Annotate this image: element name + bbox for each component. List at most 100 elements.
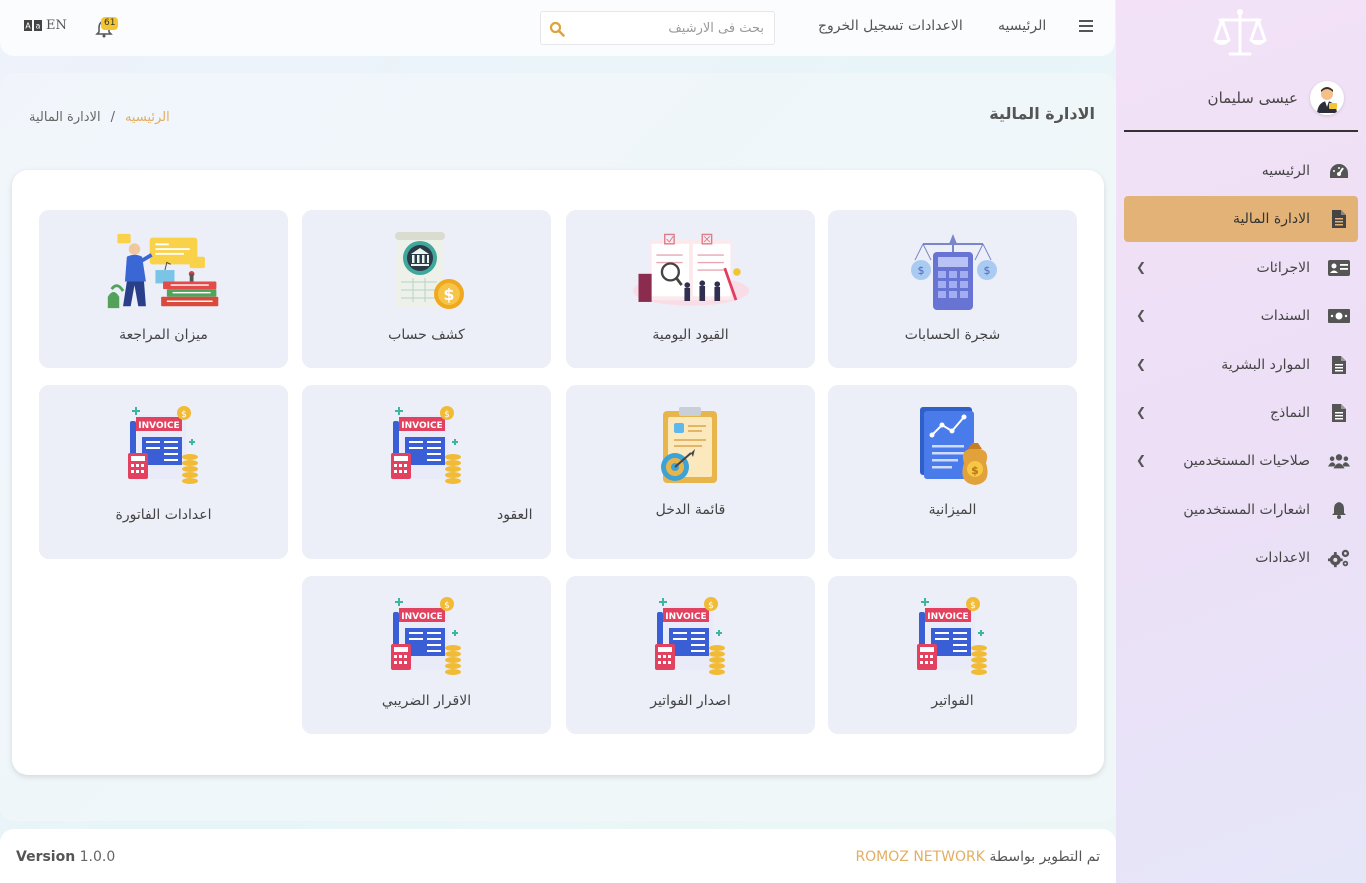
breadcrumb-home[interactable]: الرئيسيه [125, 110, 170, 125]
chevron-right-icon: ❯ [1136, 453, 1147, 468]
nav-logout[interactable]: تسجيل الخروج [818, 18, 903, 34]
menu-toggle-icon[interactable] [1079, 20, 1093, 32]
avatar [1310, 81, 1344, 115]
svg-text:a: a [36, 22, 41, 31]
sidebar-item-label: السندات [1260, 308, 1310, 325]
svg-text:INVOICE: INVOICE [665, 612, 706, 622]
income-clipboard-icon [631, 405, 751, 487]
svg-text:$: $ [444, 410, 450, 420]
version-number: 1.0.0 [79, 849, 116, 865]
search-input[interactable] [574, 18, 764, 38]
svg-text:$: $ [181, 410, 187, 420]
user-name: عيسى سليمان [1207, 89, 1298, 107]
file-icon [1328, 208, 1350, 230]
svg-text:$: $ [971, 464, 979, 477]
tile-chart-of-accounts[interactable]: $ $ شجرة الحسابات [828, 210, 1077, 368]
footer: Version 1.0.0 تم التطوير بواسطة ROMOZ NE… [0, 829, 1116, 883]
tile-invoice-settings[interactable]: INVOICE $ اعدادات الفاتورة [39, 385, 288, 559]
tile-tax-declaration[interactable]: INVOICE $ الاقرار الضريبي [302, 576, 551, 734]
svg-text:INVOICE: INVOICE [401, 421, 442, 431]
tile-daily-journal[interactable]: القيود اليومية [566, 210, 815, 368]
sidebar-item-procedures[interactable]: الاجرائات ❯ [1124, 245, 1358, 291]
translate-icon: Aa [24, 20, 42, 31]
language-label: EN [46, 18, 67, 33]
notification-badge: 61 [101, 17, 119, 30]
tile-label: اصدار الفواتير [650, 693, 731, 709]
top-bar: Aa EN 61 تسجيل الخروج الاعدادات الرئيسيه [0, 0, 1115, 56]
sidebar: عيسى سليمان الرئيسيه الادارة المالية الا… [1116, 0, 1366, 883]
developer-credit: تم التطوير بواسطة ROMOZ NETWORK [855, 849, 1100, 865]
tile-label: اعدادات الفاتورة [115, 507, 212, 523]
sidebar-item-label: الادارة المالية [1232, 211, 1310, 228]
sidebar-item-user-notifications[interactable]: اشعارات المستخدمين [1124, 487, 1358, 533]
sidebar-item-label: الموارد البشرية [1221, 356, 1310, 373]
svg-text:$: $ [970, 601, 976, 611]
sidebar-item-label: النماذج [1269, 404, 1310, 421]
tile-label: شجرة الحسابات [904, 327, 1001, 343]
breadcrumb: الرئيسيه / الادارة المالية [29, 110, 170, 125]
gears-icon [1328, 547, 1350, 569]
users-icon [1328, 450, 1350, 472]
svg-text:$: $ [708, 601, 714, 611]
svg-text:$: $ [444, 601, 450, 611]
bank-statement-icon: $ [367, 230, 487, 312]
invoice-icon: INVOICE $ [893, 596, 1013, 678]
journal-review-icon [631, 230, 751, 312]
chevron-right-icon: ❯ [1136, 356, 1147, 371]
svg-text:INVOICE: INVOICE [401, 612, 442, 622]
chevron-right-icon: ❯ [1136, 259, 1147, 274]
tile-trial-balance[interactable]: ميزان المراجعة [39, 210, 288, 368]
sidebar-item-label: الاعدادات [1255, 550, 1310, 567]
nav-home[interactable]: الرئيسيه [998, 18, 1046, 34]
sidebar-item-label: صلاحيات المستخدمين [1183, 453, 1310, 470]
budget-document-icon: $ [893, 405, 1013, 487]
money-icon [1328, 305, 1350, 327]
calculator-balance-icon: $ $ [893, 230, 1013, 312]
tile-invoices[interactable]: INVOICE $ الفواتير [828, 576, 1077, 734]
file-icon [1328, 402, 1350, 424]
tile-label: كشف حساب [388, 327, 465, 343]
version-label: Version [16, 849, 76, 865]
tile-budget[interactable]: $ الميزانية [828, 385, 1077, 559]
sidebar-item-vouchers[interactable]: السندات ❯ [1124, 293, 1358, 339]
invoice-icon: INVOICE $ [367, 405, 487, 487]
invoice-icon: INVOICE $ [104, 405, 224, 487]
search-icon[interactable] [549, 21, 565, 37]
tile-label: الفواتير [931, 693, 974, 709]
sidebar-item-user-permissions[interactable]: صلاحيات المستخدمين ❯ [1124, 438, 1358, 484]
profile-divider [1124, 130, 1358, 132]
sidebar-item-human-resources[interactable]: الموارد البشرية ❯ [1124, 342, 1358, 388]
sidebar-item-financial-management[interactable]: الادارة المالية [1124, 196, 1358, 243]
tile-account-statement[interactable]: $ كشف حساب [302, 210, 551, 368]
id-card-icon [1328, 257, 1350, 279]
invoice-icon: INVOICE $ [631, 596, 751, 678]
tile-label: العقود [497, 507, 533, 523]
tile-issue-invoices[interactable]: INVOICE $ اصدار الفواتير [566, 576, 815, 734]
sidebar-item-home[interactable]: الرئيسيه [1124, 148, 1358, 194]
sidebar-item-forms[interactable]: النماذج ❯ [1124, 390, 1358, 436]
sidebar-item-settings[interactable]: الاعدادات [1124, 535, 1358, 581]
credit-brand-link[interactable]: ROMOZ NETWORK [855, 849, 985, 865]
tile-label: قائمة الدخل [655, 502, 726, 518]
breadcrumb-current: الادارة المالية [29, 110, 101, 125]
tile-income-statement[interactable]: قائمة الدخل [566, 385, 815, 559]
language-switch[interactable]: Aa EN [24, 18, 67, 33]
tile-contracts[interactable]: INVOICE $ العقود [302, 385, 551, 559]
tile-label: الميزانية [928, 502, 977, 518]
svg-text:$: $ [443, 285, 454, 304]
sidebar-item-label: اشعارات المستخدمين [1183, 501, 1310, 518]
scales-of-justice-icon [1213, 9, 1267, 56]
svg-text:INVOICE: INVOICE [927, 612, 968, 622]
sidebar-menu: الرئيسيه الادارة المالية الاجرائات ❯ الس… [1124, 148, 1358, 584]
svg-text:$: $ [983, 264, 990, 277]
tile-label: القيود اليومية [652, 327, 729, 343]
svg-text:INVOICE: INVOICE [138, 421, 179, 431]
nav-settings[interactable]: الاعدادات [908, 18, 963, 34]
modules-panel: $ $ شجرة الحسابات القيود اليومية $ كشف ح… [12, 170, 1104, 775]
version-info: Version 1.0.0 [16, 849, 115, 865]
svg-text:$: $ [917, 264, 924, 277]
invoice-icon: INVOICE $ [367, 596, 487, 678]
bell-icon [1328, 499, 1350, 521]
user-profile[interactable]: عيسى سليمان [1208, 80, 1344, 116]
sidebar-item-label: الرئيسيه [1261, 163, 1310, 179]
